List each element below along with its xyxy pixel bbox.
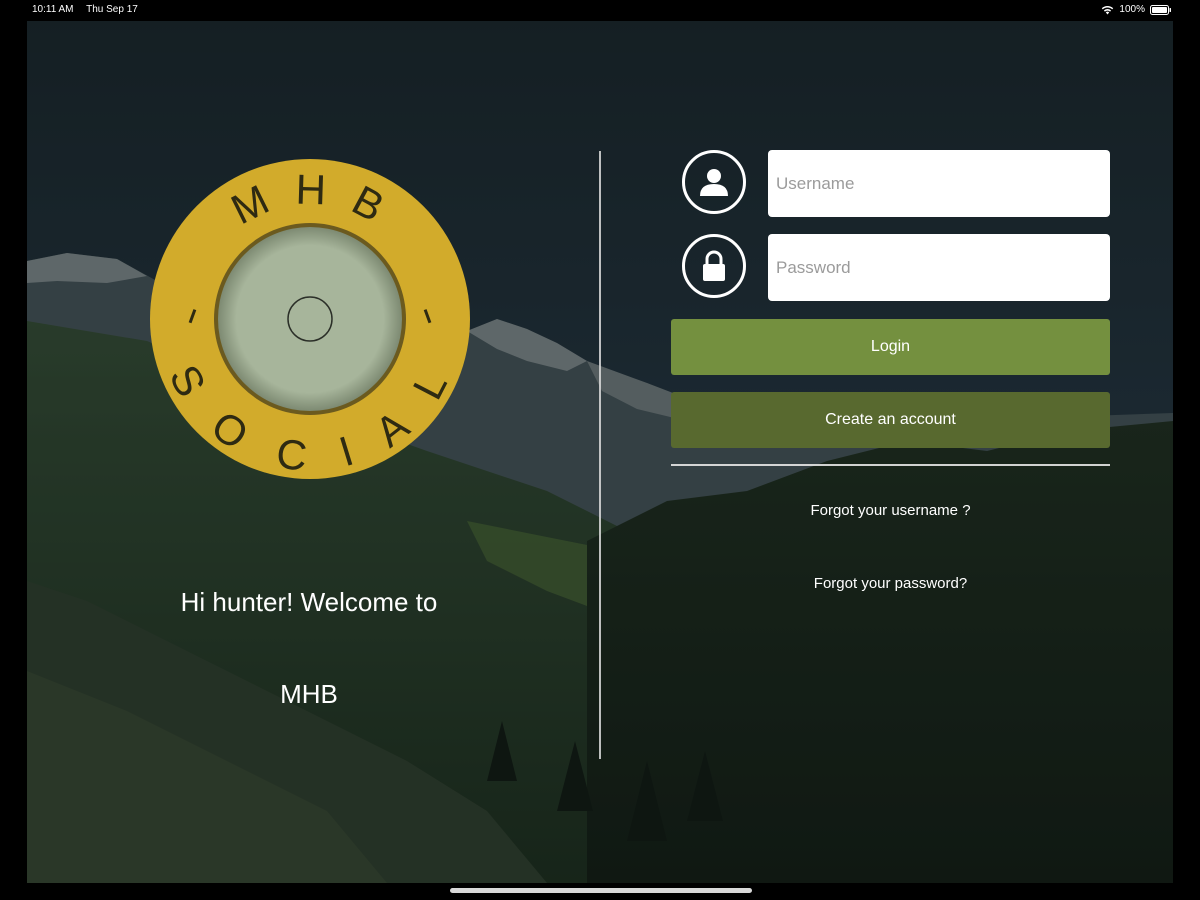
- username-input[interactable]: [768, 150, 1110, 217]
- lock-icon: [682, 234, 746, 298]
- status-bar: 10:11 AM Thu Sep 17 100%: [0, 0, 1200, 20]
- horizontal-divider: [671, 464, 1110, 466]
- login-button[interactable]: Login: [671, 319, 1110, 375]
- battery-percent: 100%: [1119, 4, 1145, 15]
- status-time: 10:11 AM: [32, 4, 74, 15]
- wifi-icon: [1101, 5, 1114, 15]
- vertical-divider: [599, 151, 601, 759]
- battery-icon: [1150, 4, 1172, 15]
- forgot-username-link[interactable]: Forgot your username ?: [671, 502, 1110, 519]
- create-account-button[interactable]: Create an account: [671, 392, 1110, 448]
- status-left: 10:11 AM Thu Sep 17: [32, 4, 148, 15]
- ipad-device: 10:11 AM Thu Sep 17 100% M H B S O C I A…: [0, 0, 1200, 900]
- status-date: Thu Sep 17: [86, 4, 138, 15]
- app-screen: M H B S O C I A L Hi hunter! Welcome to …: [27, 21, 1173, 883]
- forgot-password-link[interactable]: Forgot your password?: [671, 575, 1110, 592]
- mhb-social-logo: M H B S O C I A L: [150, 159, 470, 480]
- user-icon: [682, 150, 746, 214]
- welcome-greeting: Hi hunter! Welcome to: [180, 587, 438, 617]
- home-indicator[interactable]: [450, 888, 752, 893]
- app-name: MHB: [280, 679, 338, 709]
- password-input[interactable]: [768, 234, 1110, 301]
- status-right: 100%: [1101, 4, 1172, 15]
